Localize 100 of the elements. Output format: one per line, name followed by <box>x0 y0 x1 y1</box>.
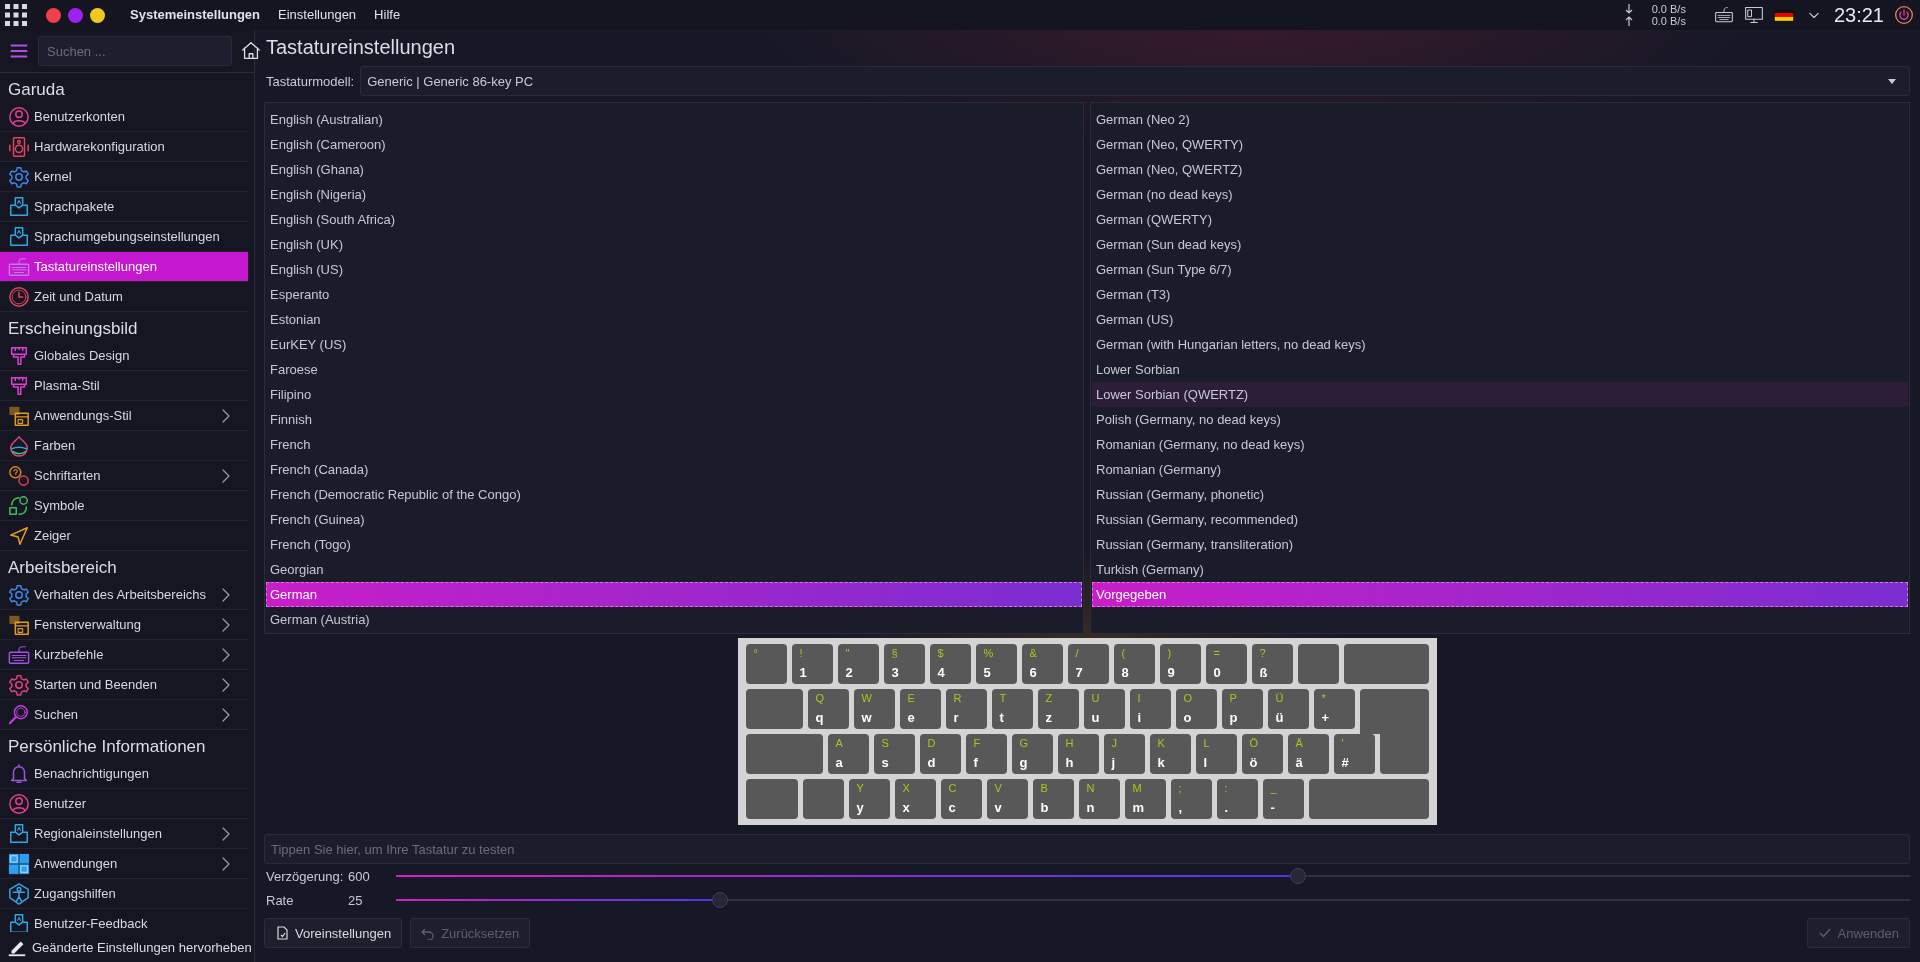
list-item[interactable]: Romanian (Germany, no dead keys) <box>1092 432 1908 457</box>
list-item[interactable]: English (South Africa) <box>266 207 1082 232</box>
menu-item[interactable]: Systemeinstellungen <box>126 6 265 24</box>
sidebar-item[interactable]: Fensterverwaltung <box>0 610 248 640</box>
list-item[interactable]: German (US) <box>1092 307 1908 332</box>
list-item[interactable]: Turkish (Germany) <box>1092 557 1908 582</box>
list-item[interactable]: Lower Sorbian <box>1092 357 1908 382</box>
list-item[interactable]: Russian (Germany, phonetic) <box>1092 482 1908 507</box>
sidebar-item[interactable]: Benachrichtigungen <box>0 759 248 789</box>
menu-item[interactable]: Einstellungen <box>274 6 361 24</box>
list-item[interactable]: German (Sun Type 6/7) <box>1092 257 1908 282</box>
sidebar-item[interactable]: Sprachpakete <box>0 192 248 222</box>
list-item[interactable]: German (T3) <box>1092 282 1908 307</box>
key: ! 1 <box>791 644 833 684</box>
sidebar-item[interactable]: Anwendungs-Stil <box>0 401 248 431</box>
list-item[interactable]: Finnish <box>266 407 1082 432</box>
sidebar-item[interactable]: Kernel <box>0 162 248 192</box>
app-launcher-icon[interactable] <box>4 3 28 27</box>
footer-label[interactable]: Geänderte Einstellungen hervorheben <box>32 939 252 955</box>
sidebar-item[interactable]: Hardwarekonfiguration <box>0 132 248 162</box>
list-item[interactable]: Russian (Germany, recommended) <box>1092 507 1908 532</box>
slider-label: Rate <box>265 892 295 908</box>
window-button[interactable] <box>46 7 61 23</box>
sidebar-item[interactable]: Verhalten des Arbeitsbereichs <box>0 580 248 610</box>
slider-handle[interactable] <box>1290 868 1307 884</box>
list-item[interactable]: Georgian <box>266 557 1082 582</box>
list-item[interactable]: German <box>266 582 1082 607</box>
list-item[interactable]: English (US) <box>266 257 1082 282</box>
list-item[interactable]: French (Guinea) <box>266 507 1082 532</box>
test-input-field[interactable]: Tippen Sie hier, um Ihre Tastatur zu testen <box>264 834 1910 864</box>
list-item[interactable]: French (Canada) <box>266 457 1082 482</box>
sidebar-item[interactable]: Farben <box>0 431 248 461</box>
key: T t <box>991 689 1033 729</box>
list-item[interactable]: Esperanto <box>266 282 1082 307</box>
list-item[interactable]: French (Democratic Republic of the Congo) <box>266 482 1082 507</box>
sidebar-item[interactable]: Regionaleinstellungen <box>0 819 248 849</box>
sidebar-item[interactable]: Symbole <box>0 491 248 521</box>
sidebar-item[interactable]: Benutzerkonten <box>0 102 248 132</box>
sidebar-item[interactable]: Tastatureinstellungen <box>0 252 248 282</box>
model-dropdown[interactable]: Generic | Generic 86-key PC <box>360 66 1910 96</box>
list-item[interactable]: German (QWERTY) <box>1092 207 1908 232</box>
list-item[interactable]: French <box>266 432 1082 457</box>
sidebar-item[interactable]: Benutzer <box>0 789 248 819</box>
key: ? ß <box>1251 644 1293 684</box>
sidebar-item[interactable]: Zeiger <box>0 521 248 551</box>
sidebar-item[interactable]: Schriftarten <box>0 461 248 491</box>
action-button[interactable]: Voreinstellungen <box>264 918 403 948</box>
key: Z z <box>1037 689 1079 729</box>
sidebar-item[interactable]: Benutzer-Feedback <box>0 909 248 932</box>
slider-handle[interactable] <box>712 892 728 908</box>
menu-item[interactable]: Hilfe <box>370 6 405 24</box>
list-item[interactable]: German (with Hungarian letters, no dead keys) <box>1092 332 1908 357</box>
slider-value: 25 <box>348 892 364 908</box>
list-item[interactable]: Estonian <box>266 307 1082 332</box>
list-item[interactable]: German (Neo, QWERTY) <box>1092 132 1908 157</box>
sidebar-item[interactable]: Plasma-Stil <box>0 371 248 401</box>
list-item[interactable]: Faroese <box>266 357 1082 382</box>
list-item[interactable]: German (Neo 2) <box>1092 107 1908 132</box>
drop-icon <box>8 434 30 457</box>
list-item[interactable]: English (Ghana) <box>266 157 1082 182</box>
list-item[interactable]: French (Togo) <box>266 532 1082 557</box>
list-item[interactable]: Lower Sorbian (QWERTZ) <box>1092 382 1908 407</box>
sidebar-item[interactable]: Starten und Beenden <box>0 670 248 700</box>
list-item[interactable]: EurKEY (US) <box>266 332 1082 357</box>
slider[interactable] <box>396 892 1910 908</box>
keyboard-icon <box>8 255 30 278</box>
list-item[interactable]: English (UK) <box>266 232 1082 257</box>
list-item[interactable]: Filipino <box>266 382 1082 407</box>
sidebar-item[interactable]: Kurzbefehle <box>0 640 248 670</box>
key: / 7 <box>1067 644 1109 684</box>
search-field[interactable]: Suchen ... <box>38 36 232 66</box>
slider[interactable] <box>396 868 1910 884</box>
list-item[interactable]: Vorgegeben <box>1092 582 1908 607</box>
list-item[interactable]: Romanian (Germany) <box>1092 457 1908 482</box>
sidebar-item[interactable]: Globales Design <box>0 341 248 371</box>
list-item[interactable]: German (Sun dead keys) <box>1092 232 1908 257</box>
key <box>745 779 798 819</box>
list-item[interactable]: Russian (Germany, transliteration) <box>1092 532 1908 557</box>
home-icon[interactable] <box>240 40 262 62</box>
list-item[interactable]: Polish (Germany, no dead keys) <box>1092 407 1908 432</box>
windows-icon <box>8 404 30 427</box>
list-item[interactable]: English (Cameroon) <box>266 132 1082 157</box>
list-item[interactable]: English (Australian) <box>266 107 1082 132</box>
keyboard-icon[interactable] <box>1713 5 1734 25</box>
sidebar-item[interactable]: Zeit und Datum <box>0 282 248 312</box>
item-label: Suchen <box>34 707 80 722</box>
list-item[interactable]: German (no dead keys) <box>1092 182 1908 207</box>
list-item[interactable]: English (Nigeria) <box>266 182 1082 207</box>
key: F f <box>965 734 1007 774</box>
chevron-right-icon <box>220 856 232 871</box>
power-icon[interactable] <box>1894 5 1914 25</box>
window-button[interactable] <box>90 7 105 23</box>
computer-icon[interactable] <box>1743 5 1764 25</box>
list-item[interactable]: German (Neo, QWERTZ) <box>1092 157 1908 182</box>
list-item[interactable]: German (Austria) <box>266 607 1082 632</box>
clock[interactable]: 23:21 <box>1833 3 1884 27</box>
sidebar-item[interactable]: Anwendungen <box>0 849 248 879</box>
key: ; , <box>1170 779 1212 819</box>
sidebar-item[interactable]: Suchen <box>0 700 248 730</box>
sidebar-item[interactable]: Zugangshilfen <box>0 879 248 909</box>
